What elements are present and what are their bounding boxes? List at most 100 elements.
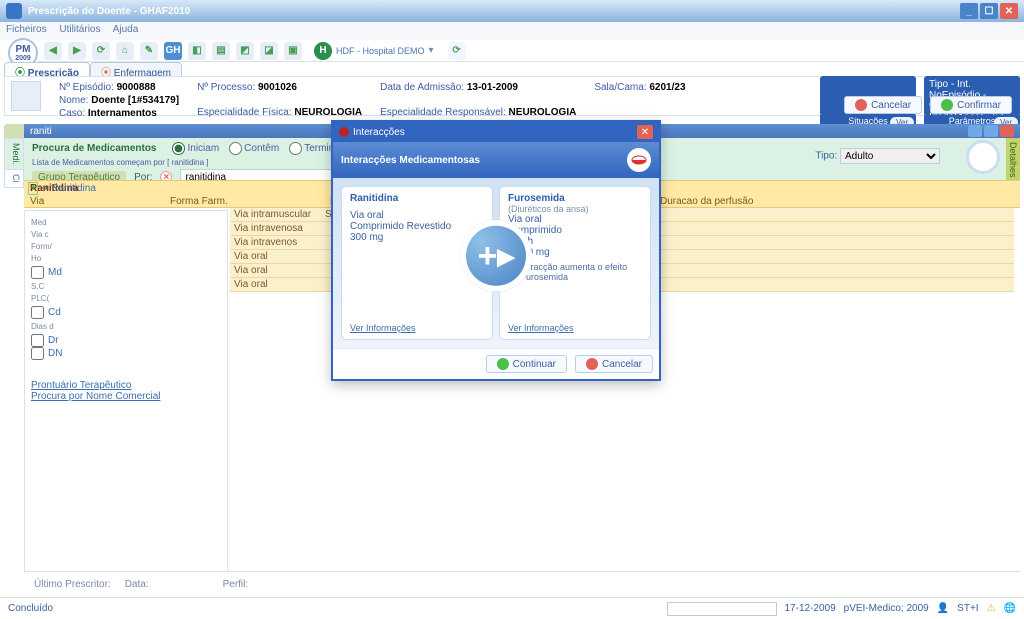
tool-icon-4[interactable]: ◩ [236,42,254,60]
minimize-button[interactable]: _ [960,3,978,19]
card-right-sub: (Diuréticos da ansa) [508,204,642,214]
tree-row[interactable]: + ⇥ Ranitidina [28,182,226,195]
col-forma: Forma Farm. [170,196,330,207]
card-left-viewlink[interactable]: Ver Informações [350,323,484,333]
hospital-name[interactable]: HDF - Hospital DEMO [336,46,425,56]
left-panel: Med Via c Form/ Ho Md S.C PLC( Cd Dias d… [24,210,228,583]
maximize-button[interactable]: ☐ [980,3,998,19]
page-cancelar-button[interactable]: Cancelar [844,96,922,114]
val-sala: 6201/23 [649,82,685,93]
toolbar: PM 2009 ◀ ▶ ⟳ ⌂ ✎ GH ◧ ▤ ◩ ◪ ▣ H HDF - H… [38,40,1024,62]
menubar: Ficheiros Utilitários Ajuda [0,22,1024,40]
col-dur: Duracao da perfusão [660,196,753,207]
inner-title-text: raniti [30,126,52,137]
menu-utilitarios[interactable]: Utilitários [59,24,100,35]
val-espfisica: NEUROLOGIA [294,107,362,118]
interaccoes-dialog: Interacções ✕ Interacções Medicamentosas… [331,120,661,381]
tool-icon-3[interactable]: ▤ [212,42,230,60]
pm-year: 2009 [15,55,31,62]
nav-back-icon[interactable]: ◀ [44,42,62,60]
radio-iniciam-label: Iniciam [187,143,219,154]
radio-iniciam[interactable]: Iniciam [172,142,219,155]
page-confirmar-button[interactable]: Confirmar [930,96,1012,114]
tool-icon-2[interactable]: ◧ [188,42,206,60]
chk-dr-label: Dr [48,335,59,346]
chk-dn[interactable]: DN [31,347,221,360]
page-cancelar-label: Cancelar [871,100,911,111]
dialog-icon [339,127,349,137]
sidetab-ci[interactable]: Ci [4,169,24,188]
tipo-select[interactable]: Adulto [840,148,940,164]
lbl-via: Via c [31,230,221,239]
val-espresp: NEUROLOGIA [509,107,577,118]
lbl-form: Form/ [31,242,221,251]
menu-ficheiros[interactable]: Ficheiros [6,24,47,35]
close-button[interactable]: ✕ [1000,3,1018,19]
val-processo: 9001026 [258,82,297,93]
card-right-viewlink[interactable]: Ver Informações [508,323,642,333]
dialog-continuar-label: Continuar [513,359,556,370]
lbl-sc: S.C [31,282,221,291]
nav-forward-icon[interactable]: ▶ [68,42,86,60]
tool-icon-refresh2[interactable]: ⟳ [448,42,466,60]
radio-contem[interactable]: Contêm [229,142,279,155]
chk-dr[interactable]: Dr [31,334,221,347]
home-icon[interactable]: ⌂ [116,42,134,60]
user-icon: 👤 [937,603,949,614]
tool-icon-6[interactable]: ▣ [284,42,302,60]
tool-icon-1[interactable]: ✎ [140,42,158,60]
status-search[interactable] [667,602,777,616]
refresh-icon[interactable]: ⟳ [92,42,110,60]
chk-md[interactable]: Md [31,266,221,279]
expand-icon[interactable]: + [28,182,38,195]
inner-close-button[interactable] [1000,125,1014,137]
lbl-caso: Caso: [59,108,85,119]
lbl-perfil: Perfil: [223,579,249,590]
val-caso: Internamentos [88,108,157,119]
dialog-continuar-button[interactable]: Continuar [486,355,567,373]
alert-icon[interactable]: ⚠ [987,603,996,614]
tipo-label: Tipo: [815,151,837,162]
lbl-episodio: Nº Episódio: [59,82,114,93]
link-prontuario[interactable]: Prontuário Terapêutico [31,380,221,391]
dialog-heading: Interacções Medicamentosas [341,155,480,166]
tool-icon-5[interactable]: ◪ [260,42,278,60]
dialog-close-button[interactable]: ✕ [637,125,653,139]
dialog-title: Interacções [353,127,405,138]
lbl-data: Data: [125,579,149,590]
status-date: 17-12-2009 [785,603,836,614]
status-text: Concluído [8,603,53,614]
app-icon [6,3,22,19]
interaction-plus-icon: +▸ [460,220,532,292]
link-procura-comercial[interactable]: Procura por Nome Comercial [31,391,221,402]
dialog-cancelar-label: Cancelar [602,359,642,370]
arrow-icon: ⇥ [41,183,49,194]
lbl-plc: PLC( [31,294,221,303]
sidetab-medi[interactable]: Medi. [4,138,24,170]
inner-max-button[interactable] [984,125,998,137]
lbl-dataadm: Data de Admissão: [380,82,464,93]
action-circle-icon[interactable] [966,140,1000,174]
globe-icon[interactable]: 🌐 [1004,603,1016,614]
inner-min-button[interactable] [968,125,982,137]
radio-contem-label: Contêm [244,143,279,154]
window-title: Prescrição do Doente - GHAF2010 [28,6,190,17]
status-user: ST+I [957,603,978,614]
patient-photo [11,81,41,111]
page-confirmar-label: Confirmar [957,100,1001,111]
pm-label: PM [16,44,31,55]
chk-cd-label: Cd [48,307,61,318]
dialog-cancelar-button[interactable]: Cancelar [575,355,653,373]
status-app: pVEI-Medico; 2009 [844,603,929,614]
hospital-dropdown-icon[interactable]: ▾ [429,45,434,56]
menu-ajuda[interactable]: Ajuda [113,24,139,35]
lbl-processo: Nº Processo: [197,82,255,93]
lbl-espfisica: Especialidade Física: [197,107,292,118]
lbl-med: Med [31,218,221,227]
hospital-icon: H [314,42,332,60]
card-right-drug: Furosemida [508,193,642,204]
detalhes-tab[interactable]: Detalhes [1006,138,1020,180]
chk-cd[interactable]: Cd [31,306,221,319]
tool-icon-gh[interactable]: GH [164,42,182,60]
param-line-1: Tipo - Int. [929,79,1015,90]
